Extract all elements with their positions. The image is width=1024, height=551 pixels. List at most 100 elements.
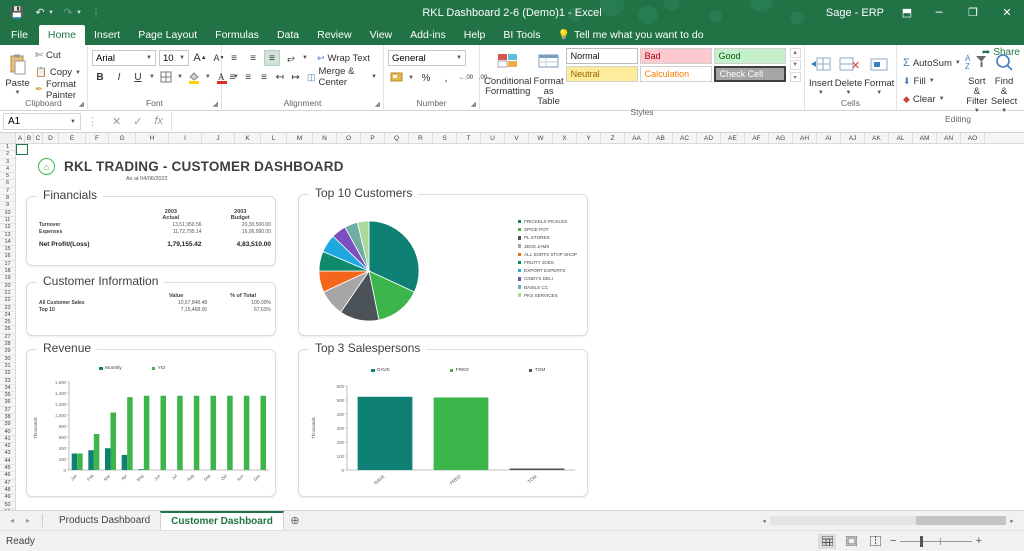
bar[interactable] — [105, 448, 111, 470]
align-top-icon[interactable]: ≡ — [226, 50, 242, 66]
column-header-AA[interactable]: AA — [625, 133, 649, 143]
row-header-6[interactable]: 6 — [0, 180, 15, 188]
row-header-35[interactable]: 35 — [0, 392, 15, 400]
row-header-31[interactable]: 31 — [0, 363, 15, 371]
row-header-7[interactable]: 7 — [0, 188, 15, 196]
quick-access-toolbar[interactable]: 💾 ↶ ▼ ↷ ▼ ⋮ — [0, 3, 107, 23]
row-header-36[interactable]: 36 — [0, 399, 15, 407]
align-bottom-icon[interactable]: ≡ — [264, 50, 280, 66]
ribbon-tabbar[interactable]: File Home Insert Page Layout Formulas Da… — [0, 25, 1024, 45]
row-header-17[interactable]: 17 — [0, 261, 15, 269]
tab-view[interactable]: View — [361, 25, 402, 45]
normal-view-icon[interactable] — [818, 533, 836, 549]
row-header-21[interactable]: 21 — [0, 290, 15, 298]
row-header-32[interactable]: 32 — [0, 370, 15, 378]
column-header-W[interactable]: W — [529, 133, 553, 143]
tab-addins[interactable]: Add-ins — [401, 25, 455, 45]
row-header-1[interactable]: 1 — [0, 144, 15, 152]
restore-button[interactable]: ❐ — [956, 0, 990, 25]
bar[interactable] — [160, 395, 167, 470]
gallery-more-icon[interactable]: ▾ — [789, 72, 801, 82]
italic-button[interactable]: I — [111, 69, 127, 85]
tab-file[interactable]: File — [0, 25, 39, 45]
bar[interactable] — [127, 397, 133, 470]
row-header-44[interactable]: 44 — [0, 458, 15, 466]
bold-button[interactable]: B — [92, 69, 108, 85]
style-check-cell[interactable]: Check Cell — [713, 66, 786, 82]
column-header-V[interactable]: V — [505, 133, 529, 143]
sheet-canvas[interactable]: ⌂ RKL TRADING - CUSTOMER DASHBOARD As at… — [16, 144, 1024, 510]
column-header-B[interactable]: B — [25, 133, 34, 143]
row-header-5[interactable]: 5 — [0, 173, 15, 181]
column-header-AC[interactable]: AC — [673, 133, 697, 143]
row-header-22[interactable]: 22 — [0, 297, 15, 305]
column-header-M[interactable]: M — [287, 133, 313, 143]
cell-styles-gallery[interactable]: Normal Bad Good Neutral Calculation Chec… — [565, 48, 786, 82]
horizontal-scrollbar[interactable]: ◂ ▸ — [758, 516, 1018, 525]
borders-dropdown-icon[interactable]: ▼ — [177, 74, 183, 80]
bar[interactable] — [93, 433, 100, 470]
insert-function-icon[interactable]: fx — [154, 115, 163, 128]
row-header-30[interactable]: 30 — [0, 356, 15, 363]
insert-cells-button[interactable]: Insert ▼ — [809, 50, 833, 96]
column-header-AM[interactable]: AM — [913, 133, 937, 143]
column-header-J[interactable]: J — [202, 133, 235, 143]
row-header-15[interactable]: 15 — [0, 246, 15, 254]
fill-button[interactable]: ⬇ Fill ▼ — [901, 73, 963, 89]
tab-home[interactable]: Home — [38, 25, 85, 45]
row-header-49[interactable]: 49 — [0, 494, 15, 502]
insert-dropdown-icon[interactable]: ▼ — [818, 90, 824, 96]
row-header-50[interactable]: 50 — [0, 502, 15, 509]
column-header-F[interactable]: F — [86, 133, 109, 143]
merge-dropdown-icon[interactable]: ▼ — [371, 74, 377, 80]
align-left-icon[interactable]: ≡ — [226, 69, 239, 85]
zoom-track[interactable] — [900, 535, 972, 547]
fill-color-icon[interactable] — [186, 69, 202, 85]
column-header-X[interactable]: X — [553, 133, 577, 143]
zoom-slider[interactable]: − + — [890, 535, 982, 547]
scroll-left-icon[interactable]: ◂ — [758, 517, 770, 525]
hscroll-thumb[interactable] — [916, 516, 1006, 525]
undo-dropdown-icon[interactable]: ▼ — [48, 10, 56, 16]
column-header-AD[interactable]: AD — [697, 133, 721, 143]
select-all-corner[interactable] — [0, 133, 16, 143]
column-header-S[interactable]: S — [433, 133, 457, 143]
column-header-AF[interactable]: AF — [745, 133, 769, 143]
gallery-down-icon[interactable]: ▼ — [789, 60, 801, 70]
column-header-AE[interactable]: AE — [721, 133, 745, 143]
column-header-AB[interactable]: AB — [649, 133, 673, 143]
next-sheet-icon[interactable]: ▸ — [20, 516, 36, 525]
column-header-AL[interactable]: AL — [889, 133, 913, 143]
borders-icon[interactable] — [158, 69, 174, 85]
copy-dropdown-icon[interactable]: ▼ — [75, 70, 81, 76]
row-header-40[interactable]: 40 — [0, 429, 15, 436]
underline-dropdown-icon[interactable]: ▼ — [149, 74, 155, 80]
alignment-dialog-launcher[interactable]: ◢ — [375, 99, 380, 110]
bar[interactable] — [110, 412, 117, 470]
ribbon-display-options-icon[interactable]: ⬒ — [892, 0, 922, 25]
fill-color-dropdown-icon[interactable]: ▼ — [205, 74, 211, 80]
share-button[interactable]: ➦ Share — [982, 47, 1020, 58]
bar[interactable] — [260, 395, 267, 470]
row-header-16[interactable]: 16 — [0, 253, 15, 261]
minimize-button[interactable]: ─ — [922, 0, 956, 25]
autosum-button[interactable]: Σ AutoSum ▼ — [901, 55, 963, 71]
gallery-up-icon[interactable]: ▲ — [789, 48, 801, 58]
row-header-38[interactable]: 38 — [0, 414, 15, 422]
column-header-U[interactable]: U — [481, 133, 505, 143]
column-header-AH[interactable]: AH — [793, 133, 817, 143]
confirm-edit-icon[interactable]: ✓ — [133, 115, 142, 128]
bar[interactable] — [227, 395, 233, 470]
user-account-label[interactable]: Sage - ERP — [826, 7, 884, 19]
row-header-51[interactable]: 51 — [0, 509, 15, 510]
column-header-O[interactable]: O — [337, 133, 361, 143]
font-size-combo[interactable]: 10 ▼ — [159, 50, 189, 66]
row-header-2[interactable]: 2 — [0, 151, 15, 159]
row-header-27[interactable]: 27 — [0, 334, 15, 342]
tab-formulas[interactable]: Formulas — [206, 25, 268, 45]
row-header-41[interactable]: 41 — [0, 436, 15, 444]
add-sheet-icon[interactable]: ⊕ — [284, 514, 306, 527]
number-dialog-launcher[interactable]: ◢ — [471, 99, 476, 110]
column-header-Y[interactable]: Y — [577, 133, 601, 143]
column-header-AJ[interactable]: AJ — [841, 133, 865, 143]
